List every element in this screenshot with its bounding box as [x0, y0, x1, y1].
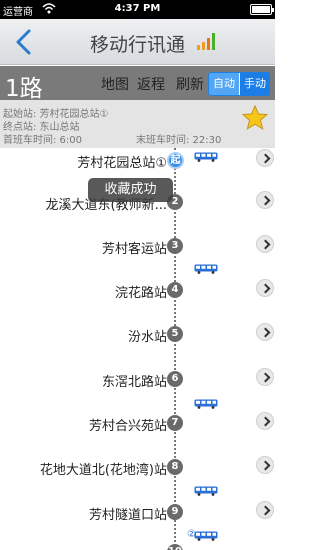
stop-badge: 4 [167, 282, 183, 298]
list-item[interactable]: 浣花路站 4 [0, 276, 275, 306]
stop-badge: 起 [167, 152, 184, 169]
chevron-right-icon[interactable] [256, 412, 274, 430]
stop-badge: 10 [167, 544, 183, 550]
list-item[interactable]: 芳村客运站 3 [0, 232, 275, 262]
stop-name: 浣花路站 [114, 286, 167, 301]
stop-name: 芳村合兴苑站 [88, 419, 167, 434]
app-title: 移动行讯通 [89, 34, 185, 56]
auto-mode-button[interactable]: 自动 [209, 73, 239, 95]
bus-icon [194, 531, 218, 541]
status-time: 4:37 PM [114, 3, 161, 14]
route-number: 1路 [5, 76, 43, 102]
stop-name: 芳村花园总站① [77, 156, 167, 171]
chevron-right-icon[interactable] [256, 323, 274, 341]
stop-name: 汾水站 [127, 330, 167, 345]
battery-icon [250, 4, 274, 15]
first-bus-time: 首班车时间: 6:00 [3, 135, 83, 146]
stop-name: 花地大道北(花地湾)站 [39, 463, 167, 478]
chevron-right-icon[interactable] [256, 149, 274, 167]
route-header: 1路 地图 返程 刷新 自动 手动 [0, 66, 275, 102]
stop-badge: 7 [167, 415, 183, 431]
navigation-bar: 移动行讯通 [0, 19, 275, 65]
toast-message: 收藏成功 [88, 178, 173, 202]
stop-badge: 5 [167, 326, 183, 342]
route-info-panel: 起始站: 芳村花园总站① 终点站: 东山总站 首班车时间: 6:00 末班车时间… [0, 100, 275, 148]
mode-toggle: 自动 手动 [208, 72, 270, 96]
stop-badge: 9 [167, 504, 183, 520]
refresh-button[interactable]: 刷新 [176, 74, 204, 94]
chevron-right-icon[interactable] [256, 456, 274, 474]
bus-icon [194, 264, 218, 274]
list-item[interactable]: 芳村隧道口站 9 [0, 498, 275, 528]
bus-icon [194, 486, 218, 496]
chevron-right-icon[interactable] [256, 191, 274, 209]
list-item[interactable]: 东滘北路站 6 [0, 365, 275, 395]
last-bus-time: 末班车时间: 22:30 [136, 135, 222, 146]
list-item[interactable]: 汾水站 5 [0, 320, 275, 350]
list-item[interactable]: 芳村花园总站① 起 [0, 148, 275, 176]
stop-badge: 3 [167, 238, 183, 254]
list-item[interactable]: 10 [0, 538, 275, 550]
list-item[interactable]: 芳村合兴苑站 7 [0, 409, 275, 439]
signal-bars-icon [197, 33, 215, 50]
chevron-right-icon[interactable] [256, 501, 274, 519]
stop-badge: 8 [167, 459, 183, 475]
list-item[interactable]: 花地大道北(花地湾)站 8 [0, 453, 275, 483]
stop-name: 芳村客运站 [101, 242, 167, 257]
return-button[interactable]: 返程 [137, 74, 165, 94]
chevron-right-icon[interactable] [256, 368, 274, 386]
bus-icon [194, 399, 218, 409]
manual-mode-button[interactable]: 手动 [240, 73, 269, 95]
stop-badge: 6 [167, 371, 183, 387]
status-bar: 运营商 4:37 PM [0, 0, 275, 19]
star-icon[interactable] [241, 104, 269, 132]
bus-icon [194, 152, 218, 162]
stop-name: 东滘北路站 [101, 375, 167, 390]
stop-list: 芳村花园总站① 起 龙溪大道东(教师新... 2 芳村客运站 3 浣花路站 4 … [0, 148, 275, 550]
map-button[interactable]: 地图 [101, 74, 129, 94]
chevron-right-icon[interactable] [256, 235, 274, 253]
chevron-right-icon[interactable] [256, 279, 274, 297]
stop-name: 芳村隧道口站 [88, 508, 167, 523]
